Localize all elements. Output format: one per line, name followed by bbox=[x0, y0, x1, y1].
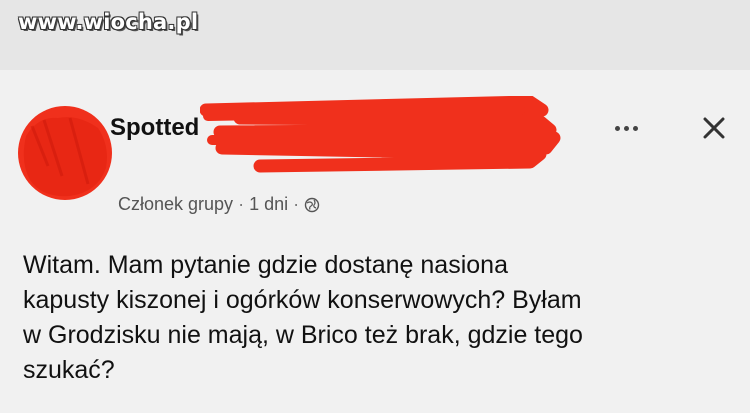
separator-dot: · bbox=[293, 194, 300, 214]
close-icon[interactable] bbox=[694, 108, 734, 148]
separator-dot: · bbox=[238, 194, 245, 214]
post-card: Spotted Członek grupy · 1 dni · Witam. M… bbox=[0, 70, 750, 413]
post-time[interactable]: 1 dni bbox=[249, 194, 288, 215]
more-options-button[interactable] bbox=[608, 114, 644, 142]
globe-icon bbox=[304, 197, 320, 212]
post-text-line: Witam. Mam pytanie gdzie dostanę nasiona bbox=[23, 251, 508, 279]
post-meta: Członek grupy · 1 dni · bbox=[118, 194, 320, 215]
watermark: www.wiocha.pl bbox=[18, 10, 199, 34]
author-name[interactable]: Spotted bbox=[110, 114, 199, 142]
post-body: Witam. Mam pytanie gdzie dostanę nasiona… bbox=[23, 248, 733, 388]
member-role: Członek grupy bbox=[118, 194, 234, 214]
avatar[interactable] bbox=[18, 106, 112, 200]
more-dot-icon bbox=[632, 125, 638, 131]
post-text-line: szukać? bbox=[23, 356, 115, 384]
post-text-line: kapusty kiszonej i ogórków konserwowych?… bbox=[23, 286, 582, 314]
more-dot-icon bbox=[614, 125, 620, 131]
post-text-line: w Grodzisku nie mają, w Brico też brak, … bbox=[23, 321, 583, 349]
redacted-avatar-icon bbox=[18, 106, 112, 200]
redaction-scribble bbox=[200, 96, 561, 173]
more-dot-icon bbox=[623, 125, 629, 131]
